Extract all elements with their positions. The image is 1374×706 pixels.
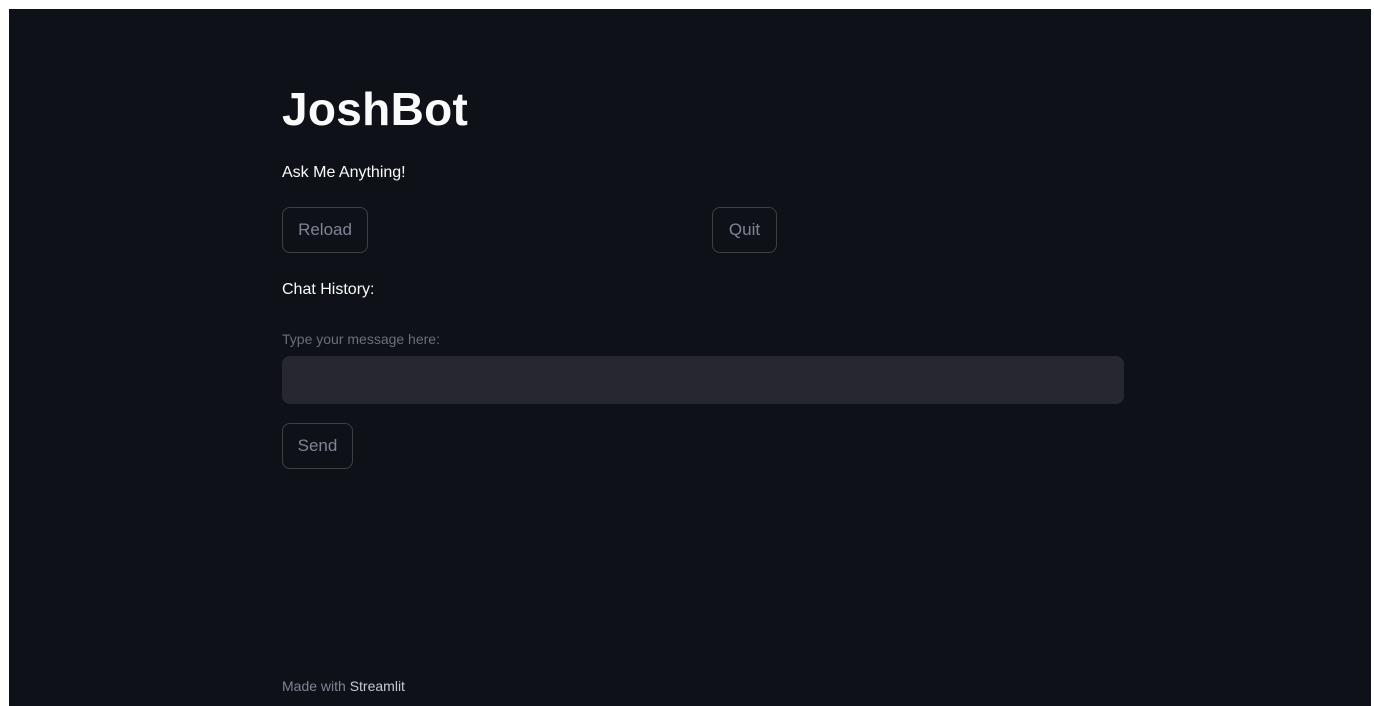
quit-button[interactable]: Quit bbox=[712, 207, 777, 253]
main-content: JoshBot Ask Me Anything! Reload Quit Cha… bbox=[282, 9, 1124, 706]
footer-prefix: Made with bbox=[282, 678, 350, 694]
footer: Made with Streamlit bbox=[282, 677, 405, 695]
page-title: JoshBot bbox=[282, 83, 469, 135]
chat-history-label: Chat History: bbox=[282, 281, 375, 298]
send-button[interactable]: Send bbox=[282, 423, 353, 469]
reload-button[interactable]: Reload bbox=[282, 207, 368, 253]
app-frame: JoshBot Ask Me Anything! Reload Quit Cha… bbox=[9, 9, 1371, 706]
message-input-label: Type your message here: bbox=[282, 331, 440, 347]
streamlit-link[interactable]: Streamlit bbox=[350, 678, 405, 694]
message-input[interactable] bbox=[282, 356, 1124, 404]
subtitle: Ask Me Anything! bbox=[282, 164, 406, 181]
